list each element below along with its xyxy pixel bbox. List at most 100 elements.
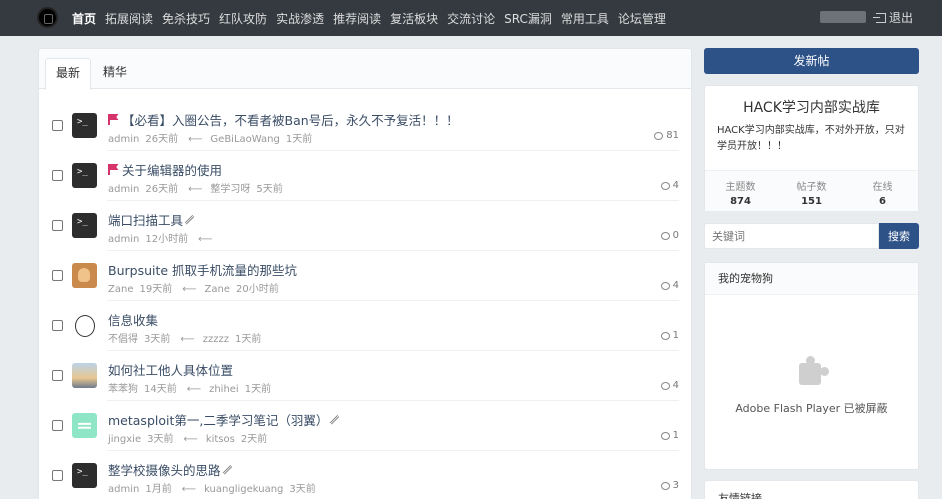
nav-item-extended-reading[interactable]: 拓展阅读 [105, 10, 153, 27]
attachment-icon: ∥ [183, 212, 197, 227]
nav-item-av-evasion[interactable]: 免杀技巧 [162, 10, 210, 27]
last-reply-user[interactable]: 整学习呀 [210, 184, 250, 195]
nav-item-src[interactable]: SRC漏洞 [504, 10, 552, 27]
reply-count-value: 3 [672, 480, 679, 491]
pinned-flag-icon [108, 164, 119, 175]
thread-title[interactable]: 信息收集 [108, 310, 158, 329]
nav-item-recommended[interactable]: 推荐阅读 [333, 10, 381, 27]
reply-count: 4 [660, 280, 679, 291]
thread-row[interactable]: metasploit第一,二季学习笔记（羽翼） ∥ jingxie 3天前 ⟵ kitso… [39, 401, 693, 451]
thread-row[interactable]: 端口扫描工具∥ admin 12小时前 ⟵ 0 [39, 201, 693, 251]
thread-title-text[interactable]: 端口扫描工具 [108, 210, 183, 229]
tab-latest[interactable]: 最新 [45, 58, 92, 90]
reply-count: 1 [660, 330, 679, 341]
thread-row[interactable]: 整学校摄像头的思路∥ admin 1月前 ⟵ kuangligekuang 3天前 3 [39, 451, 693, 499]
reply-count: 4 [660, 180, 679, 191]
last-reply-arrow-icon: ⟵ [188, 184, 203, 195]
nav-item-admin[interactable]: 论坛管理 [618, 10, 666, 27]
username-redacted[interactable] [820, 11, 866, 23]
tab-featured[interactable]: 精华 [93, 58, 137, 90]
search-input[interactable] [704, 223, 879, 249]
nav-item-tools[interactable]: 常用工具 [561, 10, 609, 27]
thread-checkbox[interactable] [52, 470, 63, 481]
thread-author[interactable]: admin [108, 184, 139, 195]
thread-checkbox[interactable] [52, 370, 63, 381]
last-reply-time: 1天前 [234, 334, 262, 345]
avatar[interactable] [72, 113, 97, 138]
thread-author[interactable]: jingxie [108, 434, 141, 445]
thread-checkbox[interactable] [52, 270, 63, 281]
avatar[interactable] [72, 363, 97, 388]
avatar[interactable] [72, 313, 97, 338]
thread-title-text[interactable]: 【必看】入圈公告，不看者被Ban号后，永久不予复活！！！ [122, 110, 459, 129]
reply-count: 1 [660, 430, 679, 441]
last-reply-time: 2天前 [240, 434, 268, 445]
thread-title[interactable]: 【必看】入圈公告，不看者被Ban号后，永久不予复活！！！ [108, 110, 459, 129]
thread-checkbox[interactable] [52, 320, 63, 331]
thread-title-text[interactable]: 如何社工他人具体位置 [108, 360, 233, 379]
thread-title[interactable]: 关于编辑器的使用 [108, 160, 222, 179]
thread-title[interactable]: metasploit第一,二季学习笔记（羽翼） ∥ [108, 410, 342, 429]
new-post-button[interactable]: 发新帖 [704, 48, 919, 74]
forum-stats: 主题数 874 帖子数 151 在线 6 [705, 170, 918, 211]
thread-title[interactable]: 整学校摄像头的思路 ∥ [108, 460, 234, 479]
thread-title[interactable]: 端口扫描工具 ∥ [108, 210, 197, 229]
thread-title-text[interactable]: Burpsuite 抓取手机流量的那些坑 [108, 260, 297, 279]
last-reply-arrow-icon: ⟵ [198, 234, 213, 245]
thread-age: 14天前 [144, 384, 177, 395]
thread-author[interactable]: 苯苯狗 [108, 384, 138, 395]
comment-icon [660, 331, 670, 340]
last-reply-user[interactable]: GeBiLaoWang [210, 134, 279, 145]
thread-title-text[interactable]: 信息收集 [108, 310, 158, 329]
forum-info-card: HACK学习内部实战库 HACK学习内部实战库，不对外开放，只对学员开放！！！ … [704, 85, 919, 211]
avatar[interactable] [72, 163, 97, 188]
thread-title-text[interactable]: metasploit第一,二季学习笔记（羽翼） [108, 410, 328, 429]
nav-item-revival[interactable]: 复活板块 [390, 10, 438, 27]
thread-checkbox[interactable] [52, 220, 63, 231]
nav-item-discussion[interactable]: 交流讨论 [447, 10, 495, 27]
comment-icon [660, 181, 670, 190]
thread-checkbox[interactable] [52, 420, 63, 431]
search-button[interactable]: 搜索 [879, 223, 919, 249]
nav-item-red-team[interactable]: 红队攻防 [219, 10, 267, 27]
plugin-icon[interactable] [795, 355, 829, 389]
avatar[interactable] [72, 213, 97, 238]
thread-age: 26天前 [145, 184, 179, 195]
last-reply-user[interactable]: zzzzz [203, 334, 229, 345]
nav-item-pentest[interactable]: 实战渗透 [276, 10, 324, 27]
thread-meta: jingxie 3天前 ⟵ kitsos 2天前 [108, 430, 273, 445]
last-reply-user[interactable]: zhihei [209, 384, 239, 395]
last-reply-arrow-icon: ⟵ [181, 484, 197, 495]
avatar[interactable] [72, 463, 97, 488]
thread-meta: 苯苯狗 14天前 ⟵ zhihei 1天前 [108, 380, 277, 395]
avatar[interactable] [72, 263, 97, 288]
thread-row[interactable]: 关于编辑器的使用 admin 26天前 ⟵ 整学习呀 5天前 4 [39, 151, 693, 201]
last-reply-time: 20小时前 [236, 284, 279, 295]
last-reply-user[interactable]: Zane [205, 284, 230, 295]
stat-online-label: 在线 [872, 182, 893, 193]
thread-age: 26天前 [145, 134, 179, 145]
thread-author[interactable]: admin [108, 484, 139, 495]
thread-row[interactable]: 如何社工他人具体位置 苯苯狗 14天前 ⟵ zhihei 1天前 4 [39, 351, 693, 401]
thread-row[interactable]: Burpsuite 抓取手机流量的那些坑 Zane 19天前 ⟵ Zane 20小时前 4 [39, 251, 693, 301]
logout-button[interactable]: 退出 [873, 9, 913, 26]
last-reply-user[interactable]: kuangligekuang [204, 484, 283, 495]
thread-title-text[interactable]: 整学校摄像头的思路 [108, 460, 221, 479]
reply-count-value: 1 [672, 430, 679, 441]
nav-item-home[interactable]: 首页 [72, 10, 96, 27]
thread-author[interactable]: Zane [108, 284, 133, 295]
avatar[interactable] [72, 413, 97, 438]
thread-author[interactable]: admin [108, 134, 139, 145]
thread-title[interactable]: Burpsuite 抓取手机流量的那些坑 [108, 260, 297, 279]
thread-checkbox[interactable] [52, 120, 63, 131]
thread-checkbox[interactable] [52, 170, 63, 181]
thread-row[interactable]: 信息收集 不倡得 3天前 ⟵ zzzzz 1天前 1 [39, 301, 693, 351]
last-reply-arrow-icon: ⟵ [186, 384, 202, 395]
thread-author[interactable]: admin [108, 234, 139, 245]
thread-row[interactable]: 【必看】入圈公告，不看者被Ban号后，永久不予复活！！！ admin 26天前 ⟵ Ge… [39, 101, 693, 151]
last-reply-user[interactable]: kitsos [206, 434, 235, 445]
thread-title[interactable]: 如何社工他人具体位置 [108, 360, 233, 379]
thread-title-text[interactable]: 关于编辑器的使用 [122, 160, 222, 179]
thread-author[interactable]: 不倡得 [108, 334, 138, 345]
site-logo-icon[interactable] [37, 7, 58, 28]
